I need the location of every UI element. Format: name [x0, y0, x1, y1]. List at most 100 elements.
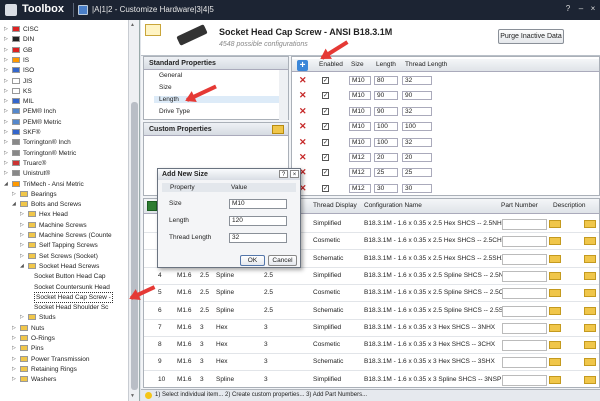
folder-icon[interactable]: [549, 254, 561, 263]
size-cell[interactable]: M10: [349, 91, 371, 101]
part-number-input[interactable]: [502, 305, 547, 317]
thread-length-cell[interactable]: 32: [402, 76, 432, 85]
config-row[interactable]: 7 M1.6 3 Hex 3 Simplified B18.3.1M - 1.6 x 0.3…: [144, 320, 599, 337]
save-icon[interactable]: [78, 5, 88, 15]
folder-up-icon[interactable]: [145, 24, 161, 36]
thread-length-cell[interactable]: 100: [402, 122, 432, 132]
length-cell[interactable]: 100: [374, 122, 398, 132]
config-row[interactable]: 9 M1.6 3 Hex 3 Schematic B18.3.1M - 1.6 x 0.35…: [144, 354, 599, 372]
folder-icon[interactable]: [549, 375, 561, 384]
export-excel-icon[interactable]: [147, 201, 157, 211]
config-row[interactable]: 8 M1.6 3 Hex 3 Cosmetic B18.3.1M - 1.6 x 0.35 …: [144, 337, 599, 355]
thread-length-cell[interactable]: 90: [402, 91, 432, 101]
folder-icon[interactable]: [584, 375, 596, 384]
config-row[interactable]: 6 M1.6 2.5 Spline 2.5 Schematic B18.3.1M - 1.6…: [144, 303, 599, 320]
cancel-button[interactable]: Cancel: [268, 255, 297, 266]
thread-length-cell[interactable]: 25: [402, 168, 432, 178]
length-cell[interactable]: 30: [374, 183, 398, 193]
tree-scrollbar[interactable]: ▲ ▼: [128, 20, 139, 401]
part-number-input[interactable]: [502, 340, 547, 352]
length-cell[interactable]: 90: [374, 106, 398, 116]
delete-icon[interactable]: ✕: [299, 152, 307, 163]
scroll-up-icon[interactable]: ▲: [130, 22, 135, 28]
size-cell[interactable]: M10: [349, 122, 371, 132]
delete-icon[interactable]: ✕: [299, 121, 307, 132]
part-number-input[interactable]: [502, 288, 547, 300]
folder-icon[interactable]: [584, 220, 596, 228]
folder-icon[interactable]: [549, 289, 561, 298]
minimize-button[interactable]: –: [576, 4, 586, 14]
size-input[interactable]: M10: [229, 199, 287, 209]
size-row[interactable]: ✕ ✓ M10 90 32: [292, 106, 599, 117]
size-cell[interactable]: M10: [349, 137, 371, 147]
col-description[interactable]: Description: [553, 202, 586, 209]
folder-icon[interactable]: [549, 306, 561, 315]
thread-length-cell[interactable]: 30: [402, 183, 432, 193]
enabled-checkbox[interactable]: ✓: [322, 154, 329, 161]
folder-icon[interactable]: [584, 306, 596, 315]
size-row[interactable]: ✕ ✓ M10 100 32: [292, 137, 599, 148]
toolbox-tree[interactable]: ▷ CISC ▷ DIN ▷ GB ▷ IS ▷ ISO ▷ JIS ▷ KS ▷ MIL ▷ PEM® Inch…: [0, 20, 140, 401]
thread-length-input[interactable]: 32: [229, 233, 287, 243]
properties-scrollbar[interactable]: [279, 70, 288, 120]
size-grid[interactable]: + Enabled Size Length Thread Length ✕ ✓ M1…: [291, 56, 600, 196]
folder-icon[interactable]: [584, 271, 596, 280]
prop-length[interactable]: Length: [154, 96, 280, 103]
length-cell[interactable]: 100: [374, 137, 398, 147]
folder-icon[interactable]: [584, 323, 596, 332]
add-size-icon[interactable]: +: [297, 60, 308, 71]
edit-properties-icon[interactable]: [272, 125, 284, 134]
scroll-down-icon[interactable]: ▼: [130, 393, 135, 399]
prop-general[interactable]: General: [159, 72, 182, 79]
col-length[interactable]: Length: [376, 59, 396, 70]
enabled-checkbox[interactable]: ✓: [322, 107, 329, 115]
enabled-checkbox[interactable]: ✓: [322, 138, 329, 146]
length-input[interactable]: 120: [229, 216, 287, 226]
prop-size[interactable]: Size: [159, 84, 172, 91]
col-part-number[interactable]: Part Number: [501, 202, 538, 209]
part-number-input[interactable]: [502, 219, 547, 230]
folder-icon[interactable]: [584, 289, 596, 298]
folder-icon[interactable]: [549, 220, 561, 228]
col-thread-length[interactable]: Thread Length: [405, 59, 447, 70]
enabled-checkbox[interactable]: ✓: [322, 184, 329, 192]
scroll-thumb[interactable]: [131, 102, 138, 390]
help-button[interactable]: ?: [563, 4, 573, 14]
expander-icon[interactable]: ◢: [12, 199, 16, 210]
delete-icon[interactable]: ✕: [299, 106, 307, 117]
thread-length-cell[interactable]: 32: [402, 137, 432, 147]
size-cell[interactable]: M12: [349, 183, 371, 193]
purge-button[interactable]: Purge Inactive Data: [498, 29, 564, 44]
col-thread-display[interactable]: Thread Display: [313, 202, 357, 209]
config-row[interactable]: 5 M1.6 2.5 Spline 2.5 Cosmetic B18.3.1M - 1.6 …: [144, 285, 599, 303]
length-cell[interactable]: 80: [374, 76, 398, 85]
thread-length-cell[interactable]: 32: [402, 106, 432, 116]
close-button[interactable]: ×: [588, 4, 598, 14]
prop-drive-type[interactable]: Drive Type: [159, 108, 190, 115]
folder-icon[interactable]: [549, 341, 561, 350]
size-cell[interactable]: M12: [349, 153, 371, 162]
part-number-input[interactable]: [502, 357, 547, 369]
folder-icon[interactable]: [549, 271, 561, 280]
size-cell[interactable]: M10: [349, 76, 371, 85]
part-number-input[interactable]: [502, 322, 547, 334]
col-size[interactable]: Size: [351, 59, 364, 70]
dialog-close-button[interactable]: ×: [290, 170, 299, 178]
size-row[interactable]: ✕ ✓ M10 90 90: [292, 90, 599, 101]
dialog-help-button[interactable]: ?: [279, 170, 288, 178]
enabled-checkbox[interactable]: ✓: [322, 92, 329, 100]
folder-icon[interactable]: [584, 237, 596, 246]
length-cell[interactable]: 25: [374, 168, 398, 178]
folder-icon[interactable]: [584, 254, 596, 263]
length-cell[interactable]: 90: [374, 91, 398, 101]
wizard-nav[interactable]: |A|1|2 - Customize Hardware|3|4|5: [92, 5, 214, 14]
folder-icon[interactable]: [549, 237, 561, 246]
config-row[interactable]: 10 M1.6 3 Spline 3 Simplified B18.3.1M - 1.6 x…: [144, 372, 599, 387]
config-row[interactable]: 4 M1.6 2.5 Spline 2.5 Simplified B18.3.1M - 1.…: [144, 268, 599, 285]
delete-icon[interactable]: ✕: [299, 90, 307, 101]
folder-icon[interactable]: [584, 358, 596, 367]
part-number-input[interactable]: [502, 374, 547, 386]
enabled-checkbox[interactable]: ✓: [322, 123, 329, 131]
folder-icon[interactable]: [584, 341, 596, 350]
delete-icon[interactable]: ✕: [299, 75, 307, 86]
